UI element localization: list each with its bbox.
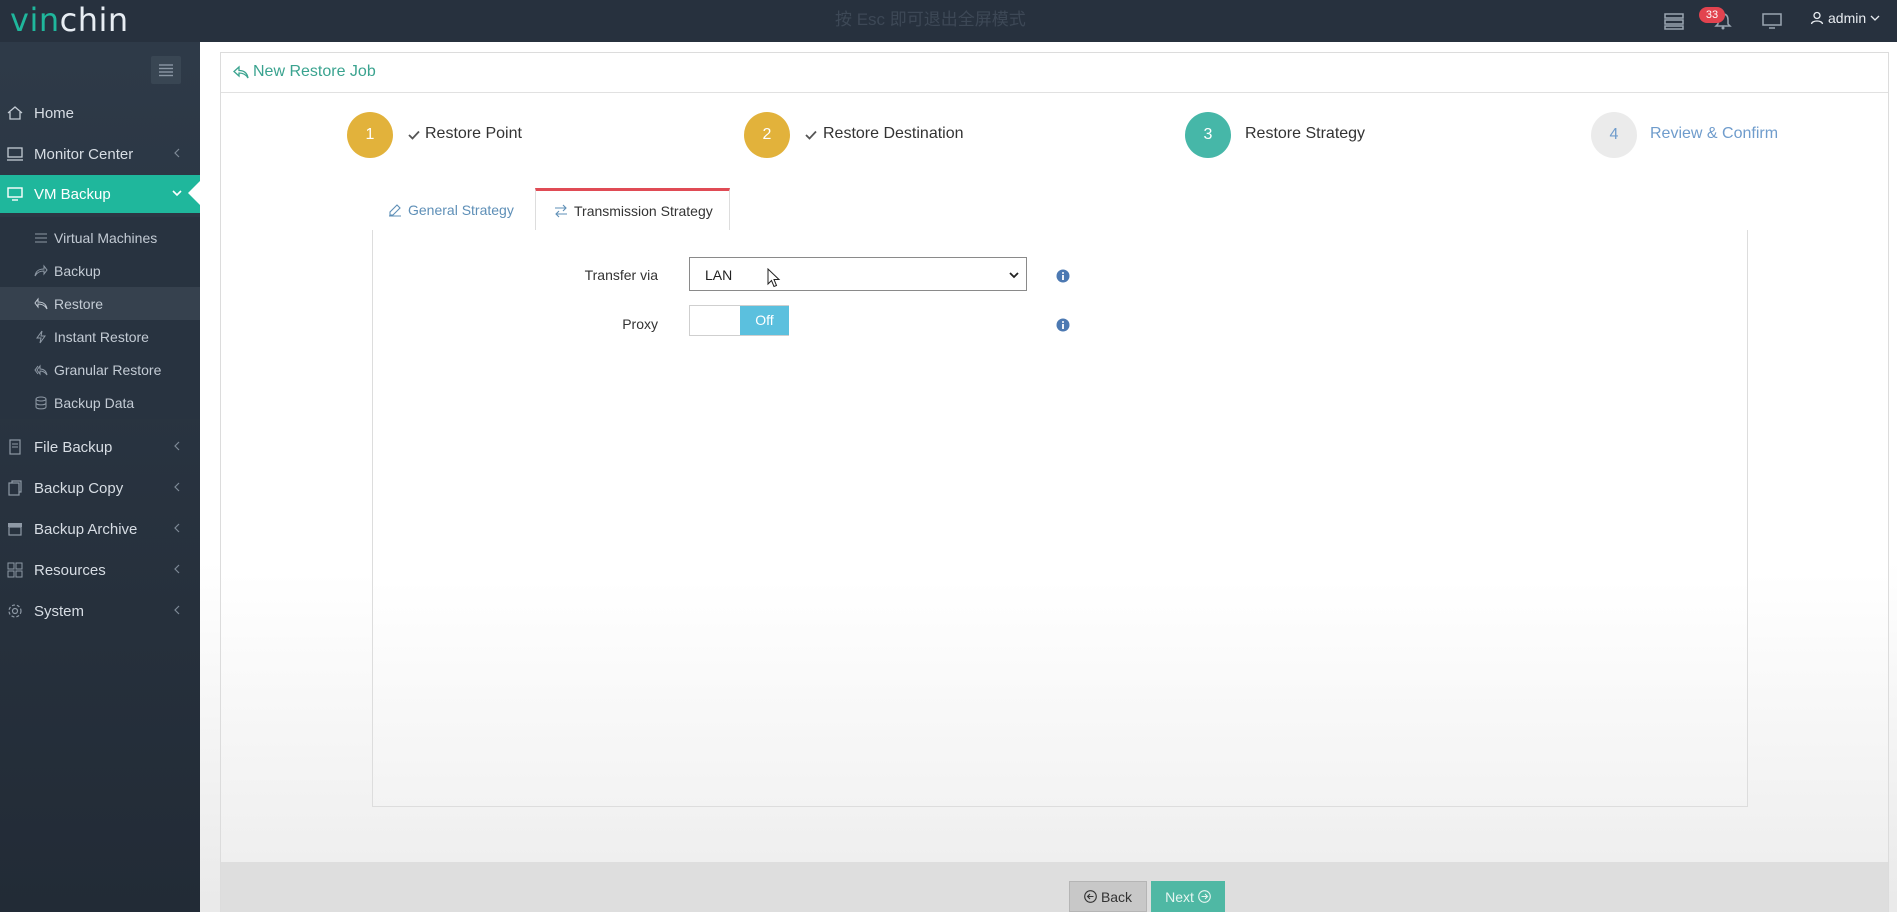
proxy-toggle-state: Off bbox=[740, 306, 789, 335]
sidebar-item-system[interactable]: System bbox=[0, 592, 200, 630]
submenu-item-instant-restore[interactable]: Instant Restore bbox=[0, 320, 200, 353]
transfer-via-label: Transfer via bbox=[584, 267, 658, 283]
menu-icon bbox=[159, 64, 173, 77]
chevron-down-icon bbox=[172, 190, 182, 197]
top-bar: vinchin 按 Esc 即可退出全屏模式 33 admin bbox=[0, 0, 1897, 42]
info-icon[interactable] bbox=[1056, 318, 1070, 332]
arrow-right-circle-icon bbox=[1198, 890, 1211, 903]
footer-bar bbox=[221, 862, 1888, 912]
submenu-item-restore[interactable]: Restore bbox=[0, 287, 200, 320]
active-indicator bbox=[188, 181, 200, 205]
home-icon bbox=[7, 106, 23, 120]
step-4-label: Review & Confirm bbox=[1650, 125, 1779, 142]
step-2-circle: 2 bbox=[744, 112, 790, 158]
submenu-item-virtual-machines[interactable]: Virtual Machines bbox=[0, 221, 200, 254]
arrow-left-circle-icon bbox=[1084, 890, 1097, 903]
chevron-left-icon bbox=[174, 441, 180, 451]
sidebar-item-home[interactable]: Home bbox=[0, 94, 200, 132]
user-icon bbox=[1810, 11, 1824, 25]
back-button[interactable]: Back bbox=[1069, 881, 1147, 912]
sidebar-item-vm-backup[interactable]: VM Backup bbox=[0, 175, 200, 213]
pencil-icon bbox=[389, 203, 401, 217]
panel-header: New Restore Job bbox=[221, 53, 1888, 93]
step-1-circle: 1 bbox=[347, 112, 393, 158]
username: admin bbox=[1828, 10, 1867, 26]
mouse-cursor-icon bbox=[767, 268, 781, 288]
display-icon[interactable] bbox=[1762, 12, 1782, 30]
share-icon bbox=[34, 264, 48, 277]
chevron-left-icon bbox=[174, 523, 180, 533]
file-icon bbox=[9, 439, 21, 455]
desktop-icon bbox=[7, 187, 23, 201]
sidebar-item-file-backup[interactable]: File Backup bbox=[0, 428, 200, 466]
transfer-via-value: LAN bbox=[705, 267, 733, 283]
submenu-item-backup[interactable]: Backup bbox=[0, 254, 200, 287]
chevron-left-icon bbox=[174, 564, 180, 574]
tab-transmission-strategy[interactable]: Transmission Strategy bbox=[535, 188, 730, 231]
reply-all-icon bbox=[34, 364, 48, 376]
resources-icon bbox=[7, 562, 23, 578]
sidebar-item-label: Home bbox=[34, 104, 75, 122]
check-icon bbox=[805, 130, 817, 140]
tab-general-strategy[interactable]: General Strategy bbox=[388, 188, 534, 231]
step-3-label: Restore Strategy bbox=[1245, 125, 1366, 142]
step-2-label: Restore Destination bbox=[823, 125, 964, 142]
chevron-left-icon bbox=[174, 148, 180, 158]
proxy-label: Proxy bbox=[622, 316, 658, 332]
chevron-down-icon bbox=[1870, 15, 1880, 21]
step-4-circle: 4 bbox=[1591, 112, 1637, 158]
sidebar-item-backup-copy[interactable]: Backup Copy bbox=[0, 469, 200, 507]
bolt-icon bbox=[36, 330, 46, 344]
gear-icon bbox=[8, 604, 22, 618]
reply-icon bbox=[34, 297, 48, 310]
submenu-item-granular-restore[interactable]: Granular Restore bbox=[0, 353, 200, 386]
copy-icon bbox=[8, 480, 22, 496]
reply-icon bbox=[233, 65, 249, 79]
archive-icon bbox=[8, 523, 22, 536]
chevron-left-icon bbox=[174, 482, 180, 492]
transfer-via-select[interactable]: LAN bbox=[689, 257, 1027, 291]
exchange-icon bbox=[555, 204, 567, 217]
server-icon[interactable] bbox=[1664, 12, 1684, 30]
info-icon[interactable] bbox=[1056, 269, 1070, 283]
check-icon bbox=[408, 130, 420, 140]
sidebar-item-label: VM Backup bbox=[34, 185, 111, 203]
fullscreen-hint: 按 Esc 即可退出全屏模式 bbox=[835, 10, 1026, 29]
list-icon bbox=[35, 233, 47, 243]
step-1-label: Restore Point bbox=[425, 125, 522, 142]
page-title: New Restore Job bbox=[253, 63, 376, 80]
vinchin-logo[interactable]: vinchin bbox=[10, 1, 129, 39]
submenu-item-backup-data[interactable]: Backup Data bbox=[0, 386, 200, 419]
database-icon bbox=[35, 396, 47, 410]
user-menu[interactable]: admin bbox=[1810, 10, 1880, 26]
sidebar-item-monitor-center[interactable]: Monitor Center bbox=[0, 135, 200, 173]
sidebar-item-backup-archive[interactable]: Backup Archive bbox=[0, 510, 200, 548]
chevron-down-icon bbox=[1009, 272, 1019, 279]
sidebar-toggle-button[interactable] bbox=[151, 56, 181, 84]
step-3-circle: 3 bbox=[1185, 112, 1231, 158]
sidebar-item-label: Monitor Center bbox=[34, 145, 134, 163]
monitor-icon bbox=[7, 147, 23, 161]
next-button[interactable]: Next bbox=[1151, 881, 1225, 912]
proxy-toggle[interactable]: Off bbox=[689, 305, 789, 336]
chevron-left-icon bbox=[174, 605, 180, 615]
notification-badge: 33 bbox=[1699, 7, 1725, 23]
sidebar-item-resources[interactable]: Resources bbox=[0, 551, 200, 589]
